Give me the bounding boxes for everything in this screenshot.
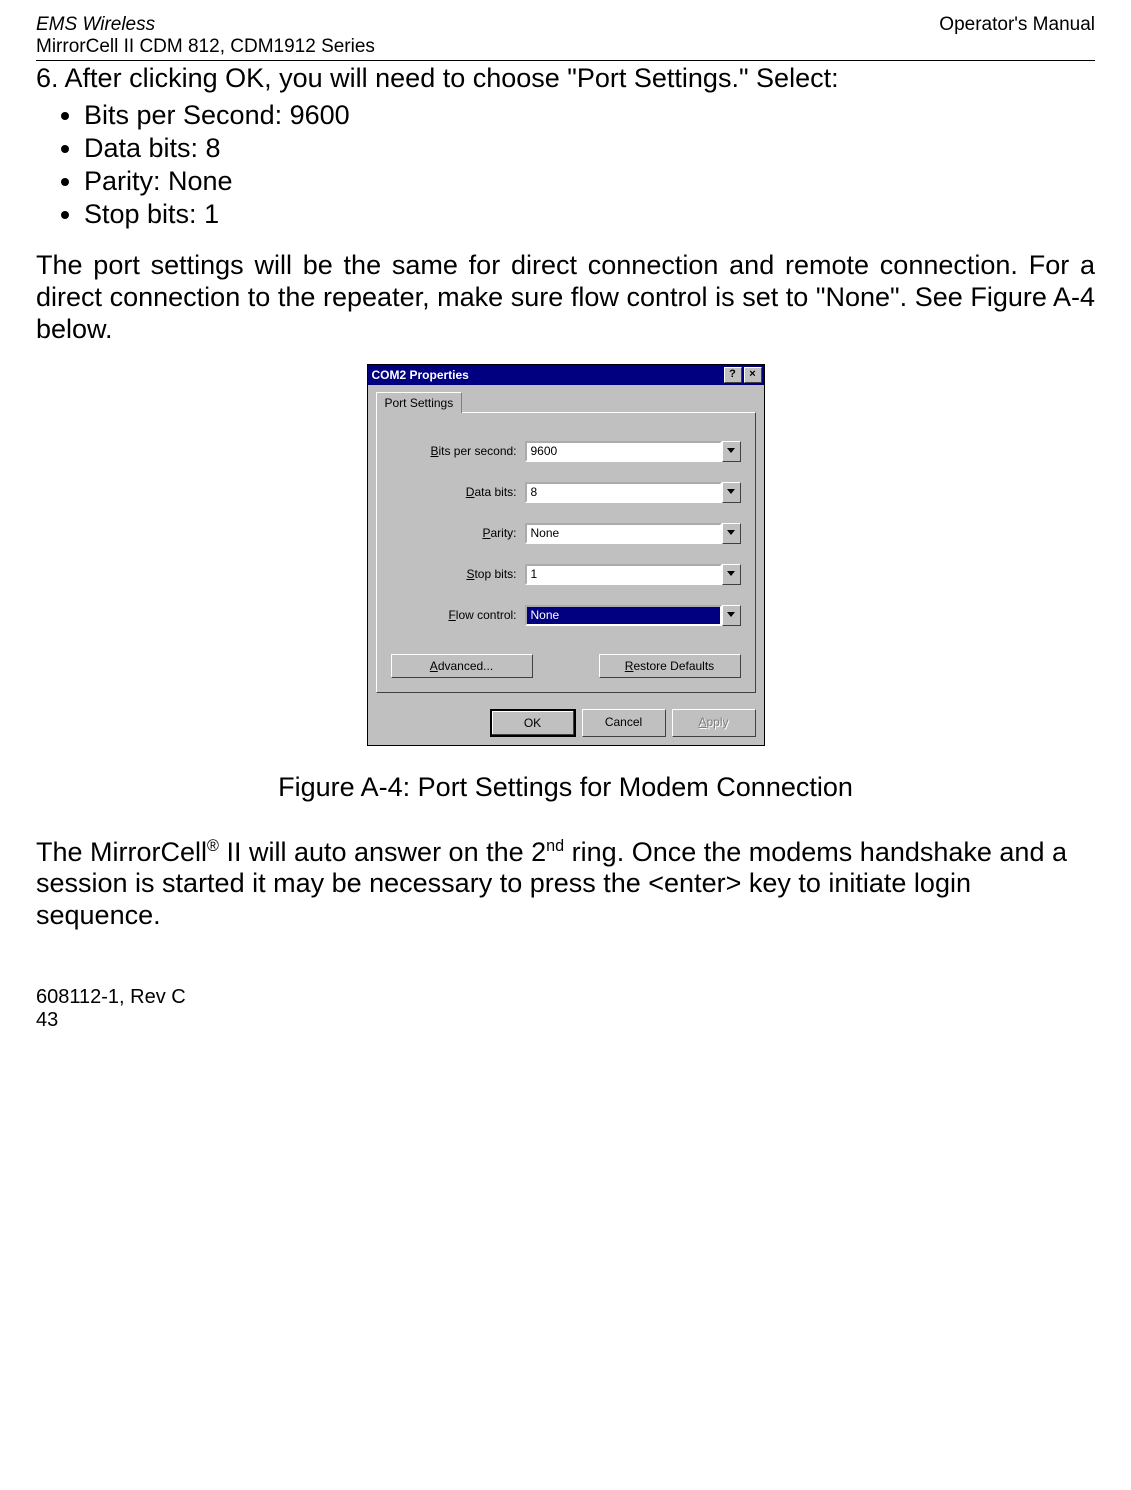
help-button[interactable]: ?	[724, 367, 742, 383]
figure-caption: Figure A-4: Port Settings for Modem Conn…	[36, 772, 1095, 803]
restore-defaults-button[interactable]: Restore Defaults	[599, 654, 741, 678]
hdr-model: MirrorCell II CDM 812, CDM1912 Series	[36, 36, 375, 58]
combo-data-bits[interactable]	[525, 482, 741, 503]
input-bits-per-second[interactable]	[525, 441, 722, 462]
bullet-data: Data bits: 8	[84, 133, 1095, 164]
com2-properties-dialog: COM2 Properties ? × Port Settings Bits p…	[367, 364, 765, 746]
row-data-bits: Data bits:	[391, 482, 741, 503]
settings-bullets: Bits per Second: 9600 Data bits: 8 Parit…	[36, 100, 1095, 230]
row-parity: Parity:	[391, 523, 741, 544]
footer-rev: 608112-1, Rev C	[36, 986, 1095, 1009]
page-footer: 608112-1, Rev C 43	[36, 986, 1095, 1032]
chevron-down-icon[interactable]	[722, 605, 741, 626]
combo-parity[interactable]	[525, 523, 741, 544]
apply-button[interactable]: Apply	[672, 709, 756, 737]
step-6: 6. After clicking OK, you will need to c…	[36, 63, 1095, 94]
ok-button[interactable]: OK	[490, 709, 576, 737]
page-header: EMS Wireless MirrorCell II CDM 812, CDM1…	[36, 0, 1095, 58]
dialog-titlebar[interactable]: COM2 Properties ? ×	[368, 365, 764, 385]
label-parity: Parity:	[391, 526, 525, 540]
step-6-num: 6.	[36, 63, 59, 93]
row-bits-per-second: Bits per second:	[391, 441, 741, 462]
tab-panel: Bits per second: Data bits:	[376, 412, 756, 693]
bullet-bps: Bits per Second: 9600	[84, 100, 1095, 131]
combo-stop-bits[interactable]	[525, 564, 741, 585]
input-stop-bits[interactable]	[525, 564, 722, 585]
chevron-down-icon[interactable]	[722, 523, 741, 544]
dialog-bottom-buttons: OK Cancel Apply	[368, 701, 764, 745]
row-flow-control: Flow control:	[391, 605, 741, 626]
advanced-button[interactable]: Advanced...	[391, 654, 533, 678]
row-stop-bits: Stop bits:	[391, 564, 741, 585]
close-button[interactable]: ×	[744, 367, 762, 383]
hdr-right: Operator's Manual	[939, 14, 1095, 58]
chevron-down-icon[interactable]	[722, 564, 741, 585]
label-flow-control: Flow control:	[391, 608, 525, 622]
paragraph-port-settings: The port settings will be the same for d…	[36, 250, 1095, 346]
input-flow-control[interactable]	[525, 605, 722, 626]
paragraph-mirrorcell: The MirrorCell® II will auto answer on t…	[36, 837, 1095, 933]
step-6-text: After clicking OK, you will need to choo…	[65, 63, 839, 93]
label-stop-bits: Stop bits:	[391, 567, 525, 581]
label-bits-per-second: Bits per second:	[391, 444, 525, 458]
cancel-button[interactable]: Cancel	[582, 709, 666, 737]
header-rule	[36, 60, 1095, 61]
label-data-bits: Data bits:	[391, 485, 525, 499]
chevron-down-icon[interactable]	[722, 441, 741, 462]
combo-bits-per-second[interactable]	[525, 441, 741, 462]
bullet-stop: Stop bits: 1	[84, 199, 1095, 230]
dialog-title: COM2 Properties	[372, 368, 722, 382]
tab-port-settings[interactable]: Port Settings	[376, 392, 463, 413]
input-parity[interactable]	[525, 523, 722, 544]
hdr-ems: EMS	[36, 14, 82, 35]
bullet-parity: Parity: None	[84, 166, 1095, 197]
footer-page-number: 43	[36, 1009, 1095, 1032]
chevron-down-icon[interactable]	[722, 482, 741, 503]
hdr-wireless: Wireless	[82, 14, 155, 35]
input-data-bits[interactable]	[525, 482, 722, 503]
combo-flow-control[interactable]	[525, 605, 741, 626]
